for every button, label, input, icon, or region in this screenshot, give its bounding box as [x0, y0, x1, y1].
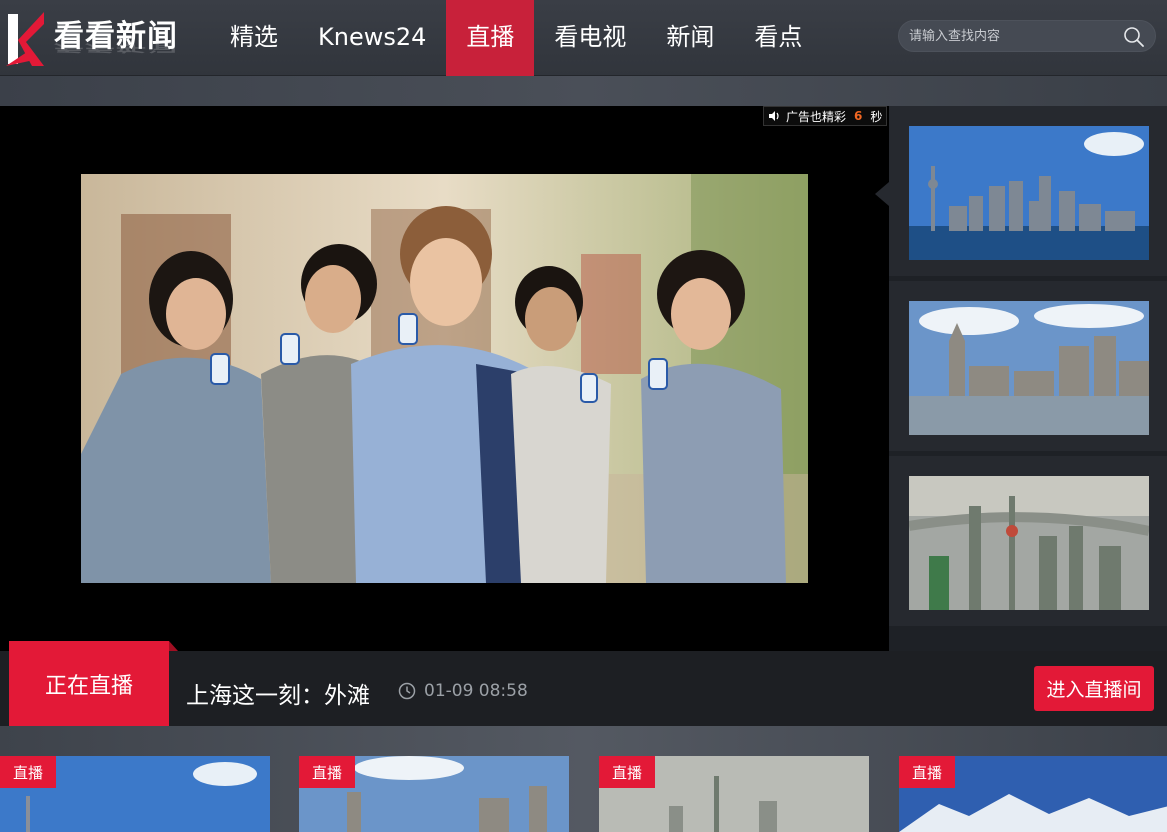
channel-item[interactable] — [889, 456, 1167, 626]
nav-item-news[interactable]: 新闻 — [646, 0, 734, 76]
aerial-lujiazui-thumb[interactable] — [909, 476, 1149, 610]
card-live-tag: 直播 — [899, 756, 955, 788]
site-logo[interactable]: 看看新闻 看看新闻 — [4, 8, 184, 68]
channel-item[interactable] — [875, 106, 1167, 276]
nav-item-tv[interactable]: 看电视 — [534, 0, 646, 76]
bund-waterfront-thumb[interactable] — [909, 301, 1149, 435]
search-icon[interactable] — [1123, 26, 1145, 48]
site-header: 看看新闻 看看新闻 精选 Knews24 直播 看电视 新闻 看点 — [0, 0, 1167, 76]
live-channel-list — [875, 106, 1167, 651]
ad-countdown: 6 — [854, 109, 863, 123]
ad-label: 广告也精彩 — [786, 109, 847, 124]
live-card[interactable]: 直播 — [0, 756, 270, 832]
nav-item-live[interactable]: 直播 — [446, 0, 535, 76]
nav-item-jingxuan[interactable]: 精选 — [210, 0, 298, 76]
header-band — [0, 76, 1167, 106]
search-input[interactable] — [909, 26, 1109, 46]
ad-unit: 秒 — [870, 109, 883, 124]
live-title[interactable]: 上海这一刻：外滩 — [186, 676, 370, 710]
main-nav: 精选 Knews24 直播 看电视 新闻 看点 — [210, 0, 822, 76]
enter-live-room-button[interactable]: 进入直播间 — [1034, 666, 1154, 711]
speaker-icon[interactable] — [768, 110, 782, 122]
live-time-text: 01-09 08:58 — [424, 681, 528, 701]
nav-item-knews24[interactable]: Knews24 — [298, 0, 446, 76]
now-live-bar: 正在直播 上海这一刻：外滩 01-09 08:58 进入直播间 — [0, 641, 1167, 726]
live-card[interactable]: 直播 — [599, 756, 869, 832]
active-pointer-icon — [875, 182, 889, 206]
logo-k-icon — [6, 12, 44, 66]
nav-item-highlights[interactable]: 看点 — [734, 0, 822, 76]
live-card[interactable]: 直播 — [299, 756, 569, 832]
card-live-tag: 直播 — [299, 756, 355, 788]
pudong-skyline-thumb[interactable] — [909, 126, 1149, 260]
clock-icon — [398, 682, 416, 700]
search-box — [898, 20, 1156, 52]
ad-countdown-badge: 广告也精彩 6 秒 — [763, 106, 888, 126]
live-card-strip: 直播 直播 直播 直播 — [0, 726, 1167, 832]
channel-item[interactable] — [889, 281, 1167, 451]
video-player[interactable]: 广告也精彩 6 秒 — [0, 106, 889, 651]
now-live-tag: 正在直播 — [9, 641, 178, 726]
card-live-tag: 直播 — [0, 756, 56, 788]
ad-video-frame[interactable] — [81, 174, 808, 583]
live-time: 01-09 08:58 — [398, 681, 528, 701]
live-card[interactable]: 直播 — [899, 756, 1167, 832]
card-live-tag: 直播 — [599, 756, 655, 788]
ad-video-image — [81, 174, 808, 583]
logo-reflection: 看看新闻 — [54, 37, 178, 54]
